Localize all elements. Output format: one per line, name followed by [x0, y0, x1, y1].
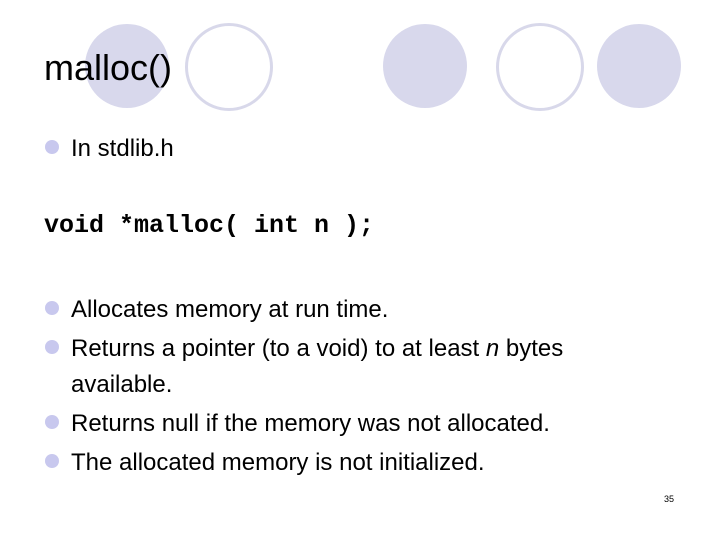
bullet-icon [45, 301, 59, 315]
bullet-italic-text: n [485, 335, 500, 362]
bullet-icon [45, 140, 59, 154]
bullet-icon [45, 454, 59, 468]
bullet-item: Allocates memory at run time. [45, 295, 388, 325]
bullet-text: In stdlib.h [71, 135, 174, 162]
bullet-text: The allocated memory is not initialized. [71, 449, 485, 476]
decorative-circle-filled [383, 24, 467, 108]
bullet-item: The allocated memory is not initialized. [45, 448, 485, 478]
bullet-text: Returns null if the memory was not alloc… [71, 410, 550, 437]
decorative-circle-outline [185, 23, 273, 111]
bullet-item: In stdlib.h [45, 134, 174, 164]
bullet-text: Returns a pointer (to a void) to at leas… [71, 335, 486, 362]
bullet-item: Returns null if the memory was not alloc… [45, 409, 550, 439]
page-number: 35 [664, 494, 675, 504]
bullet-icon [45, 415, 59, 429]
slide-title: malloc() [44, 47, 173, 88]
bullet-icon [45, 340, 59, 354]
bullet-text: bytes [499, 335, 564, 362]
bullet-item: Returns a pointer (to a void) to at leas… [45, 334, 563, 364]
bullet-text: Allocates memory at run time. [71, 296, 389, 323]
code-signature: void *malloc( int n ); [44, 211, 375, 240]
bullet-continuation: available. [71, 371, 173, 398]
decorative-circle-outline [496, 23, 584, 111]
decorative-circle-filled [597, 24, 681, 108]
